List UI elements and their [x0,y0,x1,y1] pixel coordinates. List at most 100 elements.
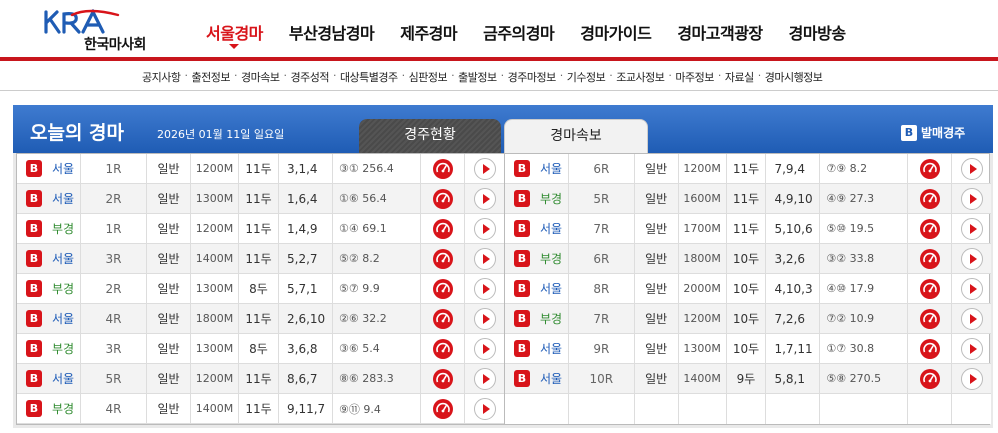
speedometer-icon[interactable] [919,158,940,179]
sub-nav-item[interactable]: 자료실 [725,69,754,85]
table-row[interactable]: B 서울 6R 일반 1200M 11두 7,9,4 ⑦⑨ 8.2 [505,153,991,184]
quinella-odds: ②⑥ 32.2 [333,303,421,334]
sub-nav-item[interactable]: 경주마정보 [508,69,557,85]
table-row[interactable]: B 서울 9R 일반 1300M 10두 1,7,11 ①⑦ 30.8 [505,333,991,364]
play-icon[interactable] [473,337,496,360]
horse-count: 11두 [239,213,279,244]
table-row[interactable]: B 서울 4R 일반 1800M 11두 2,6,10 ②⑥ 32.2 [17,303,504,334]
play-cell [465,334,504,364]
horse-count: 11두 [239,183,279,214]
sub-nav-item[interactable]: 기수정보 [567,69,606,85]
race-grade: 일반 [147,213,191,244]
horse-count: 10두 [727,333,767,364]
speedometer-icon[interactable] [432,398,453,419]
play-icon[interactable] [473,307,496,330]
table-row[interactable]: B 서울 10R 일반 1400M 9두 5,8,1 ⑤⑧ 270.5 [505,363,991,394]
speedometer-icon[interactable] [919,368,940,389]
speedometer-icon[interactable] [919,338,940,359]
venue-cell: B 서울 [505,213,569,244]
table-row[interactable]: B 부경 1R 일반 1200M 11두 1,4,9 ①④ 69.1 [17,213,504,244]
speedometer-icon[interactable] [432,188,453,209]
nav-item[interactable]: 금주의경마 [483,20,555,44]
table-row[interactable]: B 서울 3R 일반 1400M 11두 5,2,7 ⑤② 8.2 [17,243,504,274]
play-icon[interactable] [473,277,496,300]
horse-count: 11두 [239,243,279,274]
table-row[interactable]: B 부경 3R 일반 1300M 8두 3,6,8 ③⑥ 5.4 [17,333,504,364]
speedometer-icon[interactable] [919,188,940,209]
play-cell [465,184,504,214]
sub-nav-item[interactable]: 대상특별경주 [340,69,398,85]
play-icon[interactable] [473,247,496,270]
table-row[interactable]: B 서울 5R 일반 1200M 11두 8,6,7 ⑧⑥ 283.3 [17,363,504,394]
live-cell [908,303,953,334]
speedometer-icon[interactable] [432,248,453,269]
nav-item[interactable]: 경마고객광장 [677,20,763,44]
table-row[interactable]: B 서울 7R 일반 1700M 11두 5,10,6 ⑤⑩ 19.5 [505,213,991,244]
kra-logo[interactable]: 한국마사회 [44,9,164,55]
sub-nav-item[interactable]: 경마시행정보 [765,69,823,85]
race-distance: 1200M [191,153,239,184]
speedometer-icon[interactable] [432,308,453,329]
table-row[interactable]: B 서울 1R 일반 1200M 11두 3,1,4 ③① 256.4 [17,153,504,184]
tab-race-news[interactable]: 경마속보 [504,119,648,155]
venue-label: 부경 [52,342,75,356]
betting-races-link[interactable]: B 발매경주 [901,124,965,141]
speedometer-icon[interactable] [432,278,453,299]
sub-nav-item[interactable]: 조교사정보 [616,69,665,85]
venue-cell: B 서울 [17,183,81,214]
speedometer-icon[interactable] [432,218,453,239]
finish-order: 5,7,1 [279,273,333,304]
table-row[interactable]: B 부경 2R 일반 1300M 8두 5,7,1 ⑤⑦ 9.9 [17,273,504,304]
b-badge-icon: B [901,124,917,141]
play-icon[interactable] [960,277,983,300]
speedometer-icon[interactable] [919,308,940,329]
sub-nav-item[interactable]: 출전정보 [191,69,230,85]
play-icon[interactable] [960,217,983,240]
finish-order: 7,2,6 [766,303,821,334]
speedometer-icon[interactable] [432,158,453,179]
race-number: 9R [569,333,635,364]
play-icon[interactable] [473,397,496,420]
speedometer-icon[interactable] [919,278,940,299]
nav-item[interactable]: 부산경남경마 [289,20,375,44]
speedometer-icon[interactable] [432,368,453,389]
finish-order: 9,11,7 [279,393,333,424]
table-row[interactable]: B 부경 6R 일반 1800M 10두 3,2,6 ③② 33.8 [505,243,991,274]
speedometer-icon[interactable] [919,248,940,269]
venue-label: 서울 [52,162,75,176]
play-icon[interactable] [473,367,496,390]
nav-item[interactable]: 제주경마 [400,20,457,44]
play-icon[interactable] [960,187,983,210]
sub-nav-item[interactable]: 마주정보 [675,69,714,85]
venue-label: 서울 [540,372,563,386]
play-icon[interactable] [473,217,496,240]
sub-nav-item[interactable]: 경마속보 [241,69,280,85]
play-icon[interactable] [960,367,983,390]
table-row[interactable]: B 서울 2R 일반 1300M 11두 1,6,4 ①⑥ 56.4 [17,183,504,214]
table-row[interactable]: B 서울 8R 일반 2000M 10두 4,10,3 ④⑩ 17.9 [505,273,991,304]
play-icon[interactable] [960,337,983,360]
play-icon[interactable] [473,157,496,180]
race-distance: 1400M [191,243,239,274]
tab-race-status[interactable]: 경주현황 [359,119,501,155]
play-icon[interactable] [473,187,496,210]
table-row[interactable]: B 부경 7R 일반 1200M 10두 7,2,6 ⑦② 10.9 [505,303,991,334]
nav-item[interactable]: 경마가이드 [580,20,652,44]
quinella-odds: ③① 256.4 [333,153,421,184]
speedometer-icon[interactable] [432,338,453,359]
sub-nav-item[interactable]: 경주성적 [290,69,329,85]
play-icon[interactable] [960,307,983,330]
quinella-odds: ③⑥ 5.4 [333,333,421,364]
nav-item[interactable]: 경마방송 [789,20,846,44]
venue-cell: B 부경 [17,273,81,304]
table-row[interactable]: B 부경 4R 일반 1400M 11두 9,11,7 ⑨⑪ 9.4 [17,393,504,424]
play-icon[interactable] [960,247,983,270]
sub-nav-item[interactable]: 공지사항 [142,69,181,85]
play-icon[interactable] [960,157,983,180]
sub-nav-item[interactable]: 출발정보 [458,69,497,85]
sub-nav-item[interactable]: 심판정보 [409,69,448,85]
speedometer-icon[interactable] [919,218,940,239]
venue-label: 서울 [52,312,75,326]
nav-item[interactable]: 서울경마 [206,20,263,49]
table-row[interactable]: B 부경 5R 일반 1600M 11두 4,9,10 ④⑨ 27.3 [505,183,991,214]
